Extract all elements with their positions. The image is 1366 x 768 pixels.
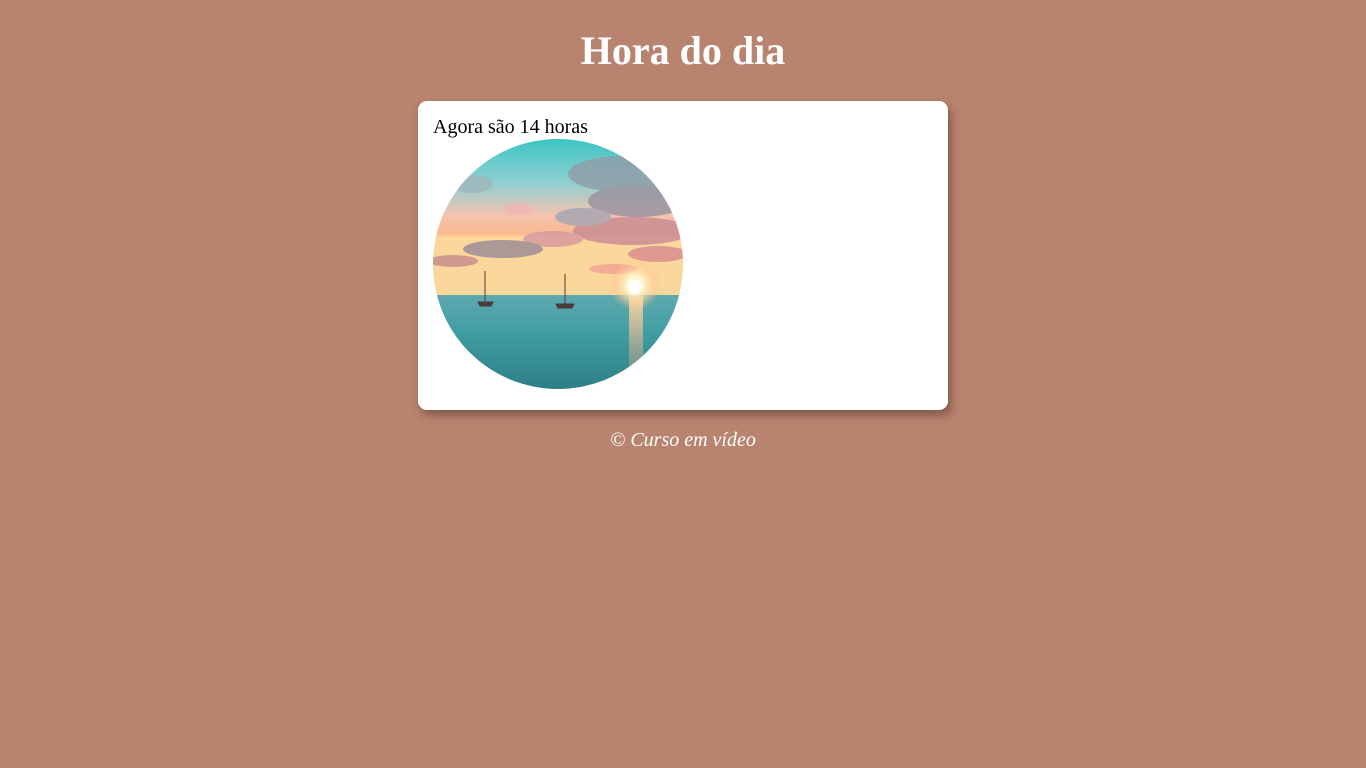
time-message: Agora são 14 horas <box>433 116 588 138</box>
page-title: Hora do dia <box>580 28 786 73</box>
footer-copyright: © Curso em vídeo <box>610 429 756 451</box>
sunset-sea-illustration <box>433 139 683 389</box>
time-of-day-image <box>433 139 683 389</box>
time-card: Agora são 14 horas <box>418 101 948 410</box>
